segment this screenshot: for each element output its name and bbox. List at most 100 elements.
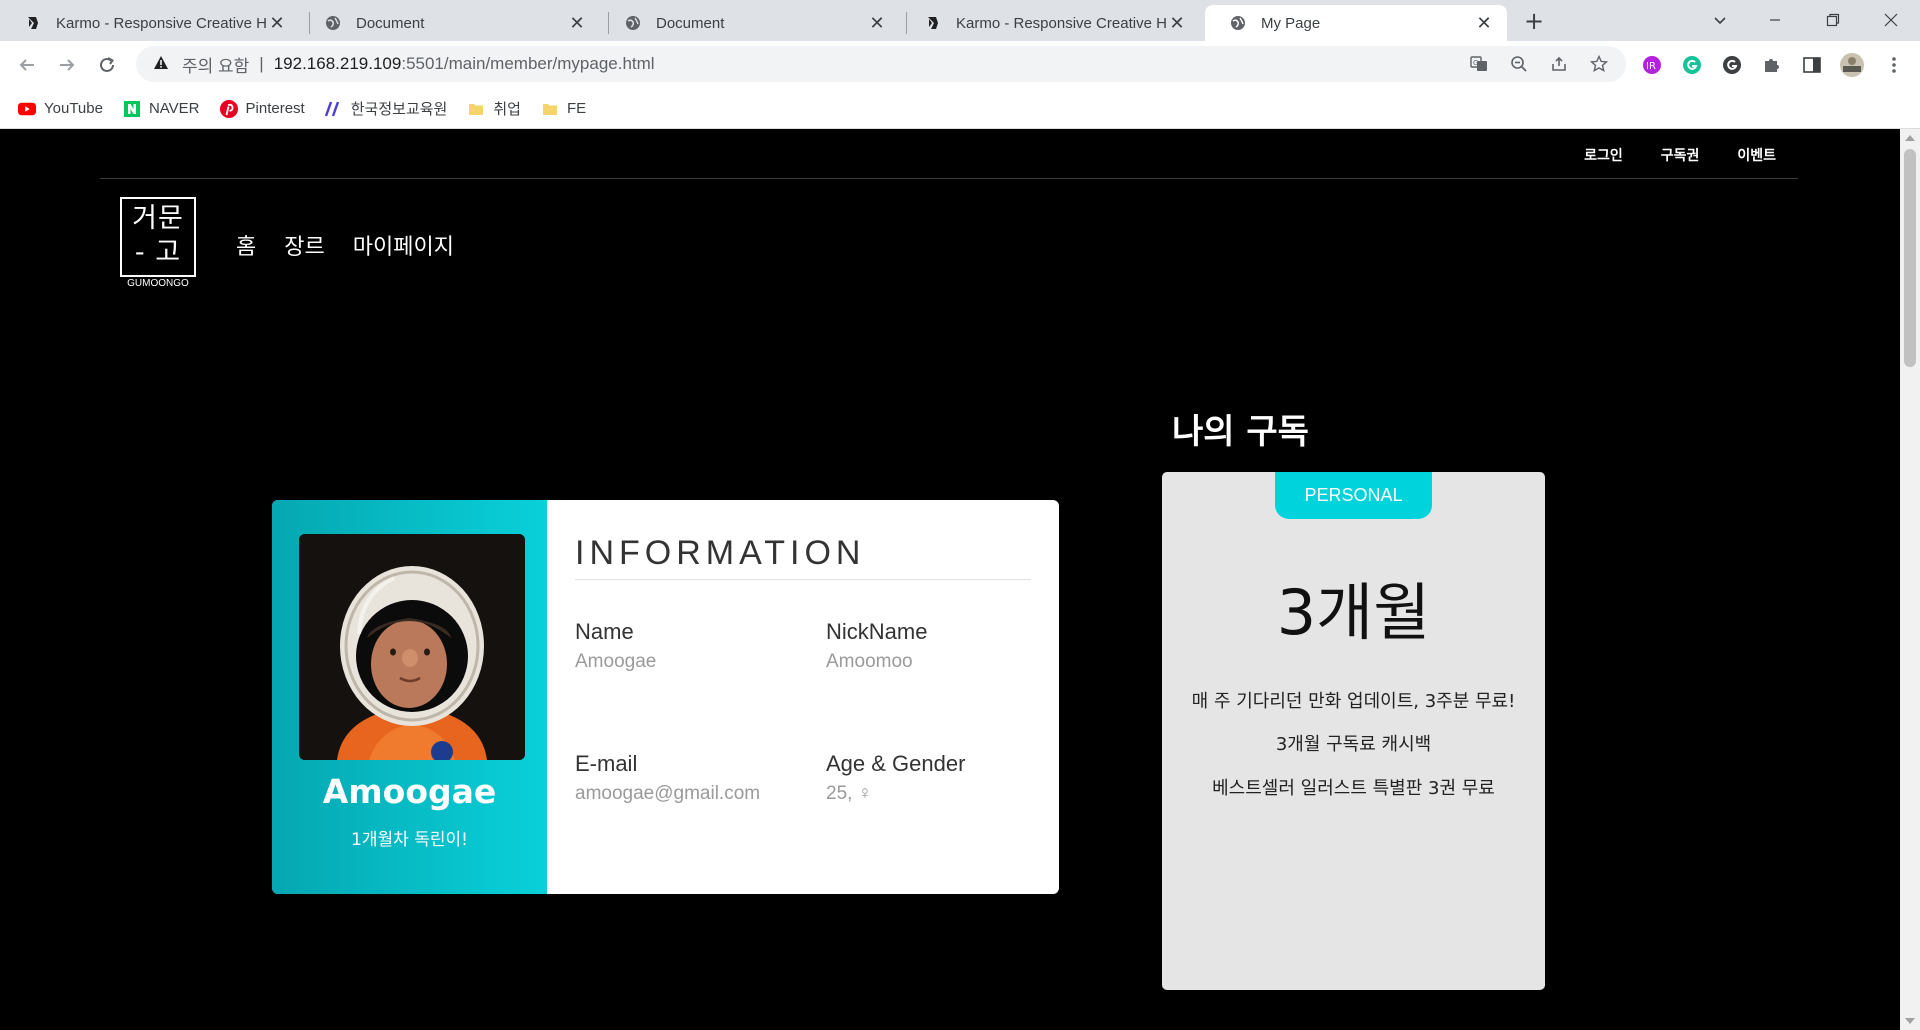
profile-card: Amoogae 1개월차 독린이! INFORMATION Name Amoog… <box>272 500 1059 894</box>
bookmark-edu[interactable]: 한국정보교육원 <box>324 98 448 119</box>
side-panel-icon[interactable] <box>1798 51 1826 79</box>
subscription-link[interactable]: 구독권 <box>1661 145 1700 165</box>
plan-period: 3개월 <box>1276 576 1431 649</box>
bookmark-youtube[interactable]: YouTube <box>18 100 103 118</box>
field-value: amoogae@gmail.com <box>575 783 761 804</box>
nav-home[interactable]: 홈 <box>236 229 256 261</box>
url-path: :5501/main/member/mypage.html <box>401 54 655 73</box>
karmo-icon <box>24 14 42 32</box>
field-age-gender: Age & Gender 25, ♀ <box>826 751 1056 805</box>
close-icon[interactable]: ✕ <box>1166 12 1188 34</box>
bookmark-label: YouTube <box>44 100 103 117</box>
profile-avatar-icon[interactable] <box>1838 51 1866 79</box>
bookmark-label: FE <box>566 100 587 117</box>
bookmark-naver[interactable]: NAVER <box>123 100 200 118</box>
address-bar[interactable]: 주의 요함 | 192.168.219.109 :5501/main/membe… <box>136 46 1626 82</box>
field-label: Age & Gender <box>826 751 966 776</box>
bookmark-label: Pinterest <box>245 100 305 117</box>
page-scrollbar[interactable] <box>1900 129 1920 1030</box>
browser-tab[interactable]: Document ✕ <box>600 5 900 41</box>
folder-icon <box>467 100 485 118</box>
tab-title: My Page <box>1261 14 1321 32</box>
security-label: 주의 요함 <box>182 56 250 76</box>
zoom-out-icon[interactable] <box>1508 53 1530 75</box>
plan-badge: PERSONAL <box>1275 472 1432 519</box>
scrollbar-thumb[interactable] <box>1904 149 1916 367</box>
reload-icon[interactable] <box>92 50 122 80</box>
scroll-down-arrow[interactable] <box>1905 1018 1915 1024</box>
subscription-heading: 나의 구독 <box>1172 412 1309 452</box>
minimize-icon[interactable] <box>1752 0 1798 40</box>
folder-icon <box>541 100 559 118</box>
information-divider <box>575 579 1031 580</box>
bookmark-star-icon[interactable] <box>1588 53 1610 75</box>
plan-benefit: 베스트셀러 일러스트 특별판 3권 무료 <box>1212 778 1495 799</box>
page-viewport: 로그인 구독권 이벤트 거문 - 고 GUMOONGO 홈 장르 마이페이지 A… <box>0 129 1900 1030</box>
login-link[interactable]: 로그인 <box>1584 145 1623 165</box>
browser-tab[interactable]: Karmo - Responsive Creative HTML ✕ <box>900 5 1200 41</box>
tab-title: Karmo - Responsive Creative HTML <box>56 14 266 32</box>
share-icon[interactable] <box>1548 53 1570 75</box>
extensions-puzzle-icon[interactable] <box>1758 51 1786 79</box>
top-utility-nav: 로그인 구독권 이벤트 <box>1584 145 1776 165</box>
bookmark-label: 한국정보교육원 <box>350 101 448 118</box>
extension-icon[interactable]: IR <box>1638 51 1666 79</box>
site-logo[interactable]: 거문 - 고 <box>120 197 196 277</box>
browser-tab[interactable]: Karmo - Responsive Creative HTML ✕ <box>0 5 300 41</box>
scroll-up-arrow[interactable] <box>1905 135 1915 141</box>
bookmark-pinterest[interactable]: Pinterest <box>219 99 305 118</box>
close-icon[interactable]: ✕ <box>266 12 288 34</box>
bookmark-folder-fe[interactable]: FE <box>541 100 586 118</box>
header-divider <box>100 178 1798 179</box>
menu-icon[interactable] <box>1880 51 1908 79</box>
browser-toolbar: 주의 요함 | 192.168.219.109 :5501/main/membe… <box>0 41 1920 89</box>
address-bar-actions: G <box>1468 46 1610 82</box>
close-window-icon[interactable] <box>1868 0 1914 40</box>
profile-name: Amoogae <box>322 772 497 811</box>
field-label: Name <box>575 619 634 644</box>
extension-g-icon[interactable] <box>1718 51 1746 79</box>
naver-icon <box>123 100 141 118</box>
tab-strip: Karmo - Responsive Creative HTML ✕ Docum… <box>0 0 1920 41</box>
logo-line-1: 거문 <box>132 203 184 234</box>
back-icon[interactable] <box>12 50 42 80</box>
bookmark-folder-job[interactable]: 취업 <box>467 98 521 119</box>
field-value: Amoomoo <box>826 651 913 672</box>
close-icon[interactable]: ✕ <box>566 12 588 34</box>
logo-line-2: - 고 <box>134 237 182 268</box>
event-link[interactable]: 이벤트 <box>1737 145 1776 165</box>
profile-subtitle: 1개월차 독린이! <box>351 830 468 850</box>
plan-benefit: 3개월 구독료 캐시백 <box>1275 734 1432 755</box>
new-tab-button[interactable]: + <box>1520 7 1548 35</box>
browser-tab-active[interactable]: My Page ✕ <box>1205 5 1507 41</box>
karmo-icon <box>924 14 942 32</box>
bookmark-label: NAVER <box>148 100 200 117</box>
nav-mypage[interactable]: 마이페이지 <box>353 229 454 261</box>
translate-icon[interactable]: G <box>1468 53 1490 75</box>
browser-tab[interactable]: Document ✕ <box>300 5 600 41</box>
avatar <box>299 534 525 760</box>
information-heading: INFORMATION <box>575 534 866 572</box>
profile-information: INFORMATION Name Amoogae NickName Amoomo… <box>575 500 1031 894</box>
warning-icon[interactable] <box>150 55 172 74</box>
grammarly-icon[interactable] <box>1678 51 1706 79</box>
globe-icon <box>324 14 342 32</box>
field-name: Name Amoogae <box>575 619 805 673</box>
field-value: 25, ♀ <box>826 783 872 804</box>
restore-icon[interactable] <box>1810 0 1856 40</box>
tab-search-icon[interactable] <box>1697 0 1743 40</box>
field-label: E-mail <box>575 751 638 776</box>
tab-title: Karmo - Responsive Creative HTML <box>956 14 1166 32</box>
globe-icon <box>624 14 642 32</box>
field-nickname: NickName Amoomoo <box>826 619 1056 673</box>
nav-genre[interactable]: 장르 <box>284 229 324 261</box>
logo-subtitle: GUMOONGO <box>127 278 189 289</box>
pinterest-icon <box>219 99 238 118</box>
close-icon[interactable]: ✕ <box>866 12 888 34</box>
close-icon[interactable]: ✕ <box>1473 12 1495 34</box>
youtube-icon <box>18 100 36 118</box>
main-nav: 홈 장르 마이페이지 <box>236 229 454 261</box>
forward-icon[interactable] <box>52 50 82 80</box>
bookmark-label: 취업 <box>493 101 521 118</box>
bookmarks-bar: YouTube NAVER Pinterest 한국정보교육원 취업 FE <box>0 89 1920 129</box>
